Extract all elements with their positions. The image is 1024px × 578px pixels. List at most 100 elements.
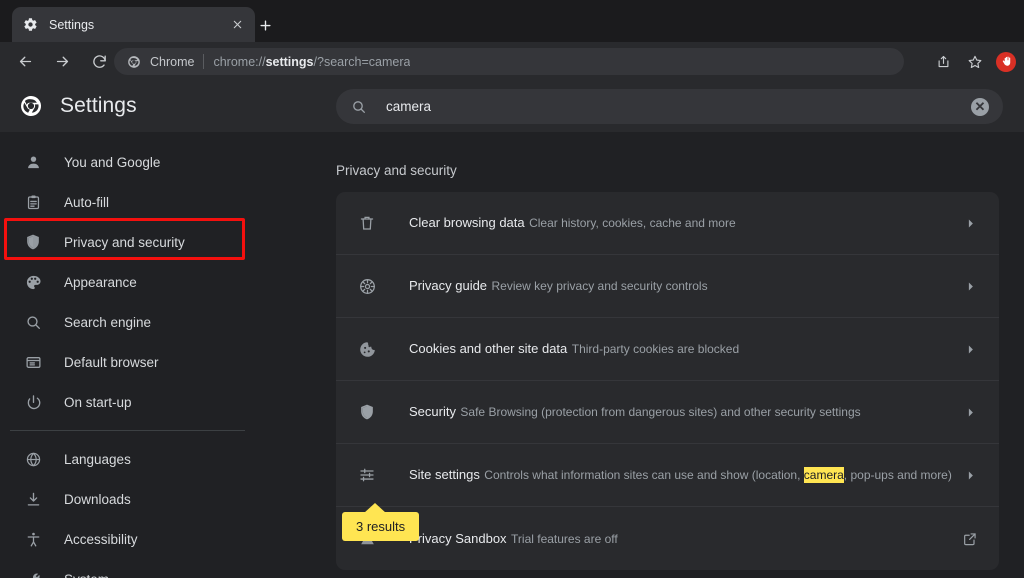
sidebar-item-label: Auto-fill (64, 194, 110, 210)
sidebar-item-accessibility[interactable]: Accessibility (0, 519, 318, 559)
tab-settings[interactable]: Settings (12, 7, 255, 42)
settings-main-panel: Privacy and security Clear browsing data… (318, 132, 1024, 578)
forward-button[interactable] (48, 47, 76, 75)
trash-icon (356, 212, 378, 234)
page-title: Settings (60, 94, 137, 117)
extension-avatar-icon[interactable] (996, 51, 1016, 72)
subtitle-before: Controls what information sites can use … (484, 468, 804, 483)
row-security[interactable]: Security Safe Browsing (protection from … (336, 381, 999, 444)
row-title: Privacy guide (409, 278, 488, 294)
row-subtitle: Clear history, cookies, cache and more (529, 216, 736, 231)
sidebar-divider (10, 430, 245, 431)
row-text-block: Security Safe Browsing (protection from … (409, 402, 959, 422)
row-privacy-sandbox[interactable]: Privacy Sandbox Trial features are off (336, 507, 999, 570)
search-icon (350, 98, 368, 116)
row-cookies-and-other-site-data[interactable]: Cookies and other site data Third-party … (336, 318, 999, 381)
search-match-highlight: camera (803, 467, 844, 484)
clear-icon[interactable]: ✕ (971, 97, 989, 116)
settings-body: You and Google Auto-fill Privacy and sec… (0, 132, 1024, 578)
download-icon (22, 488, 44, 510)
sidebar-item-search-engine[interactable]: Search engine (0, 302, 318, 342)
privacy-settings-card: Clear browsing data Clear history, cooki… (336, 192, 999, 570)
url-suffix: /?search=camera (313, 54, 411, 69)
browser-toolbar: Chrome chrome://settings/?search=camera (0, 42, 1024, 80)
row-title: Privacy Sandbox (409, 530, 507, 546)
clipboard-icon (22, 191, 44, 213)
power-icon (22, 391, 44, 413)
share-icon[interactable] (930, 49, 956, 75)
star-icon[interactable] (962, 49, 988, 75)
sidebar-item-privacy-and-security[interactable]: Privacy and security (0, 222, 318, 262)
new-tab-button[interactable] (254, 14, 276, 36)
omnibox-chip-label: Chrome (150, 54, 195, 69)
sidebar-item-you-and-google[interactable]: You and Google (0, 142, 318, 182)
chevron-right-icon[interactable] (959, 338, 981, 360)
row-title: Cookies and other site data (409, 341, 568, 357)
row-subtitle: Safe Browsing (protection from dangerous… (460, 405, 861, 420)
browser-window-icon (22, 351, 44, 373)
row-privacy-guide[interactable]: Privacy guide Review key privacy and sec… (336, 255, 999, 318)
sidebar-item-system[interactable]: System (0, 559, 318, 578)
sidebar-item-label: Default browser (64, 354, 159, 370)
settings-search-box[interactable]: camera ✕ (336, 89, 1003, 124)
privacy-guide-icon (356, 275, 378, 297)
sidebar-item-appearance[interactable]: Appearance (0, 262, 318, 302)
wrench-icon (22, 568, 44, 578)
row-title: Security (409, 404, 456, 420)
row-text-block: Privacy guide Review key privacy and sec… (409, 276, 959, 296)
row-subtitle: Third-party cookies are blocked (571, 342, 740, 357)
sandbox-icon (356, 528, 378, 550)
sidebar-item-downloads[interactable]: Downloads (0, 479, 318, 519)
settings-sidebar: You and Google Auto-fill Privacy and sec… (0, 132, 318, 578)
sidebar-item-default-browser[interactable]: Default browser (0, 342, 318, 382)
sidebar-item-label: On start-up (64, 394, 132, 410)
cookie-icon (356, 338, 378, 360)
row-subtitle: Controls what information sites can use … (484, 467, 952, 484)
url-prefix: chrome:// (213, 54, 266, 69)
sidebar-item-label: Appearance (64, 274, 137, 290)
address-bar[interactable]: Chrome chrome://settings/?search=camera (114, 48, 904, 75)
search-input[interactable]: camera (386, 99, 971, 114)
section-title: Privacy and security (336, 163, 457, 178)
sliders-icon (356, 464, 378, 486)
browser-window: Settings Chrome chrome://settings/?searc… (0, 0, 1024, 578)
row-title: Site settings (409, 467, 480, 483)
chrome-logo-icon (18, 93, 44, 119)
row-text-block: Privacy Sandbox Trial features are off (409, 529, 959, 549)
reload-button[interactable] (85, 47, 113, 75)
row-clear-browsing-data[interactable]: Clear browsing data Clear history, cooki… (336, 192, 999, 255)
row-subtitle: Trial features are off (511, 531, 618, 546)
chrome-icon (126, 54, 141, 69)
chevron-right-icon[interactable] (959, 212, 981, 234)
sidebar-item-label: System (64, 572, 109, 578)
person-icon (22, 151, 44, 173)
shield-icon (22, 231, 44, 253)
shield-icon (356, 401, 378, 423)
sidebar-item-languages[interactable]: Languages (0, 439, 318, 479)
row-site-settings[interactable]: Site settings Controls what information … (336, 444, 999, 507)
sidebar-item-on-start-up[interactable]: On start-up (0, 382, 318, 422)
tab-title: Settings (49, 17, 95, 32)
sidebar-item-label: Downloads (64, 491, 131, 507)
gear-icon (22, 17, 38, 33)
search-icon (22, 311, 44, 333)
close-icon[interactable] (229, 17, 245, 33)
back-button[interactable] (11, 47, 39, 75)
row-text-block: Clear browsing data Clear history, cooki… (409, 213, 959, 233)
subtitle-after: , pop-ups and more) (843, 468, 952, 483)
url-bold-segment: settings (265, 54, 314, 69)
tab-strip: Settings (0, 0, 1024, 42)
sidebar-item-label: Search engine (64, 314, 152, 330)
sidebar-item-auto-fill[interactable]: Auto-fill (0, 182, 318, 222)
row-text-block: Cookies and other site data Third-party … (409, 339, 959, 359)
settings-header: Settings camera ✕ (0, 80, 1024, 132)
row-title: Clear browsing data (409, 215, 525, 231)
chevron-right-icon[interactable] (959, 464, 981, 486)
row-subtitle: Review key privacy and security controls (491, 279, 708, 294)
row-text-block: Site settings Controls what information … (409, 465, 959, 485)
palette-icon (22, 271, 44, 293)
external-link-icon[interactable] (959, 528, 981, 550)
chevron-right-icon[interactable] (959, 401, 981, 423)
omnibox-url: chrome://settings/?search=camera (213, 55, 410, 69)
chevron-right-icon[interactable] (959, 275, 981, 297)
